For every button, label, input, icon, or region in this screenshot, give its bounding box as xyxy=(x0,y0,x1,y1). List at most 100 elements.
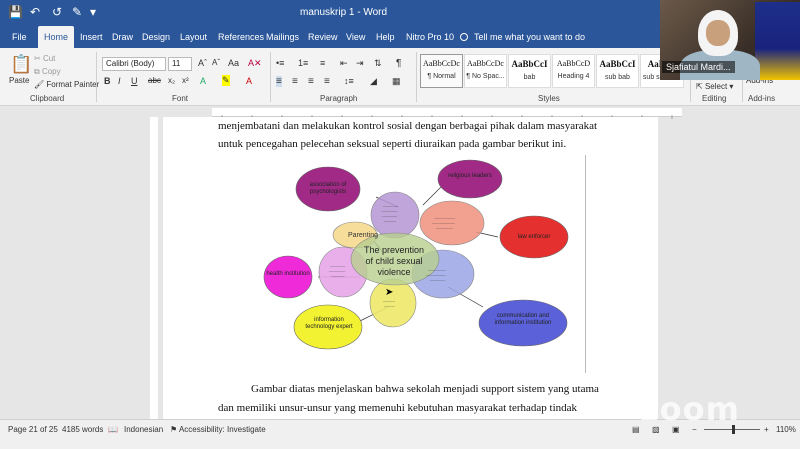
style-bab[interactable]: AaBbCcI bab xyxy=(508,54,551,88)
text-effects-icon[interactable]: A xyxy=(200,76,206,86)
italic-icon[interactable]: I xyxy=(118,76,121,86)
label-law-enforcer: law enforcer xyxy=(517,234,551,240)
addins-group-label: Add-ins xyxy=(748,94,776,103)
vertical-ruler[interactable] xyxy=(150,117,158,419)
paste-icon[interactable]: 📋 xyxy=(10,54,32,75)
line-spacing-icon[interactable]: ↕≡ xyxy=(344,76,354,86)
cut-button[interactable]: ✂ Cut xyxy=(34,54,55,63)
accessibility-status[interactable]: ⚑ Accessibility: Investigate xyxy=(170,425,266,434)
borders-icon[interactable]: ▦ xyxy=(392,76,401,87)
font-name-box[interactable]: Calibri (Body) xyxy=(102,57,166,71)
multilevel-list-icon[interactable]: ≡ xyxy=(320,58,325,68)
zoom-watermark: zoom xyxy=(640,390,740,428)
decrease-indent-icon[interactable]: ⇤ xyxy=(340,58,348,69)
bold-icon[interactable]: B xyxy=(104,76,111,86)
svg-text:~~~~~~~~~~~: ~~~~~~~~~~~ xyxy=(329,270,346,273)
font-color-icon[interactable]: A xyxy=(246,76,252,86)
format-painter-button[interactable]: 🖌 Format Painter xyxy=(34,80,99,89)
language[interactable]: Indonesian xyxy=(124,425,163,434)
style-sample: AaBbCcI xyxy=(511,59,548,69)
ribbon-tabs: File Home Insert Draw Design Layout Refe… xyxy=(0,26,660,48)
undo-icon[interactable]: ↶ xyxy=(30,5,40,19)
superscript-icon[interactable]: x² xyxy=(182,76,189,85)
svg-text:~~~~~~~~~~~~: ~~~~~~~~~~~~ xyxy=(428,269,447,272)
redo-icon[interactable]: ↺ xyxy=(52,5,62,19)
participant-video[interactable]: Sjafiatul Mardi... xyxy=(660,0,800,80)
svg-text:~~~~~~~~~~~~~~: ~~~~~~~~~~~~~~ xyxy=(434,217,456,220)
svg-text:~~~~~~~~~~~: ~~~~~~~~~~~ xyxy=(381,210,398,213)
style-sub-bab[interactable]: AaBbCcI sub bab xyxy=(596,54,639,88)
justify-icon[interactable]: ≡ xyxy=(324,76,330,87)
style-no-spacing[interactable]: AaBbCcDc ¶ No Spac... xyxy=(464,54,507,88)
poster-image xyxy=(755,2,800,80)
strikethrough-icon[interactable]: abc xyxy=(148,76,161,85)
tab-design[interactable]: Design xyxy=(136,26,176,48)
align-center-icon[interactable]: ≡ xyxy=(292,76,298,87)
lightbulb-icon xyxy=(460,33,468,41)
svg-text:~~~~~~~~~~: ~~~~~~~~~~ xyxy=(382,215,398,218)
increase-indent-icon[interactable]: ⇥ xyxy=(356,58,364,69)
label-health-institution: health institution xyxy=(266,271,310,277)
copy-button[interactable]: ⧉ Copy xyxy=(34,67,61,77)
svg-text:~~~~~~~~~~: ~~~~~~~~~~ xyxy=(383,205,399,208)
word-count[interactable]: 4185 words xyxy=(62,425,103,434)
highlight-icon[interactable]: ✎ xyxy=(222,75,230,86)
tab-insert[interactable]: Insert xyxy=(74,26,109,48)
bullets-icon[interactable]: •≡ xyxy=(276,58,284,68)
tab-file[interactable]: File xyxy=(6,26,33,48)
svg-text:~~~~~~~~~~: ~~~~~~~~~~ xyxy=(330,265,346,268)
select-button[interactable]: ⇱ Select ▾ xyxy=(696,82,733,91)
style-name: ¶ No Spac... xyxy=(466,73,505,80)
font-size-box[interactable]: 11 xyxy=(168,57,192,71)
style-name: bab xyxy=(523,74,536,81)
label-information-technology-expert: information technology expert xyxy=(305,317,353,330)
tab-review[interactable]: Review xyxy=(302,26,344,48)
document-page[interactable]: menjembatani dan melakukan kontrol sosia… xyxy=(163,117,658,419)
svg-text:~~~~~~~~~~~~~: ~~~~~~~~~~~~~ xyxy=(426,274,446,277)
save-icon[interactable]: 💾 xyxy=(8,5,23,19)
format-painter-label: Format Painter xyxy=(46,80,100,89)
sort-icon[interactable]: ⇅ xyxy=(374,58,382,69)
numbering-icon[interactable]: 1≡ xyxy=(298,58,308,68)
tell-me-text: Tell me what you want to do xyxy=(474,32,586,42)
font-group-label: Font xyxy=(172,94,189,103)
shading-icon[interactable]: ◢ xyxy=(370,76,377,87)
accessibility-text: Accessibility: Investigate xyxy=(178,425,266,434)
tab-help[interactable]: Help xyxy=(370,26,401,48)
zoom-in-icon[interactable]: + xyxy=(764,425,769,434)
tab-draw[interactable]: Draw xyxy=(106,26,139,48)
tab-nitro[interactable]: Nitro Pro 10 xyxy=(400,26,460,48)
zoom-level[interactable]: 110% xyxy=(776,425,796,434)
tab-layout[interactable]: Layout xyxy=(174,26,213,48)
style-sample: AaBbCcI xyxy=(599,59,636,69)
align-right-icon[interactable]: ≡ xyxy=(308,76,314,87)
label-religious-leaders: religious leaders xyxy=(448,173,492,179)
touch-mode-icon[interactable]: ✎ xyxy=(72,5,82,19)
separator xyxy=(96,52,97,102)
shrink-font-icon[interactable]: Aˇ xyxy=(212,58,220,67)
horizontal-ruler[interactable] xyxy=(212,108,682,119)
change-case-icon[interactable]: Aa xyxy=(228,58,239,68)
proofing-icon[interactable]: 📖 xyxy=(108,425,118,434)
style-normal[interactable]: AaBbCcDc ¶ Normal xyxy=(420,54,463,88)
style-heading-4[interactable]: AaBbCcD Heading 4 xyxy=(552,54,595,88)
tab-mailings[interactable]: Mailings xyxy=(260,26,305,48)
tab-view[interactable]: View xyxy=(340,26,371,48)
clear-formatting-icon[interactable]: A✕ xyxy=(248,58,262,69)
align-left-icon[interactable]: ≡ xyxy=(276,76,282,87)
tab-home[interactable]: Home xyxy=(38,26,75,48)
show-formatting-icon[interactable]: ¶ xyxy=(396,58,401,69)
subscript-icon[interactable]: x₂ xyxy=(168,76,175,85)
grow-font-icon[interactable]: Aˆ xyxy=(198,58,207,68)
label-parenting: Parenting xyxy=(348,232,378,239)
label-association-of-psychologists: association of psychologists xyxy=(309,182,347,195)
read-mode-icon[interactable]: ▤ xyxy=(632,425,640,434)
tell-me-search[interactable]: Tell me what you want to do xyxy=(460,26,585,48)
paste-button[interactable]: Paste xyxy=(9,76,29,85)
page-count[interactable]: Page 21 of 25 xyxy=(8,425,58,434)
editing-group-label: Editing xyxy=(702,94,727,103)
svg-text:~~~~~~~~~: ~~~~~~~~~ xyxy=(331,275,345,278)
underline-icon[interactable]: U xyxy=(131,76,138,86)
customize-toolbar-icon[interactable]: ▾ xyxy=(90,5,96,19)
svg-text:~~~~~~~~~~: ~~~~~~~~~~ xyxy=(430,279,446,282)
